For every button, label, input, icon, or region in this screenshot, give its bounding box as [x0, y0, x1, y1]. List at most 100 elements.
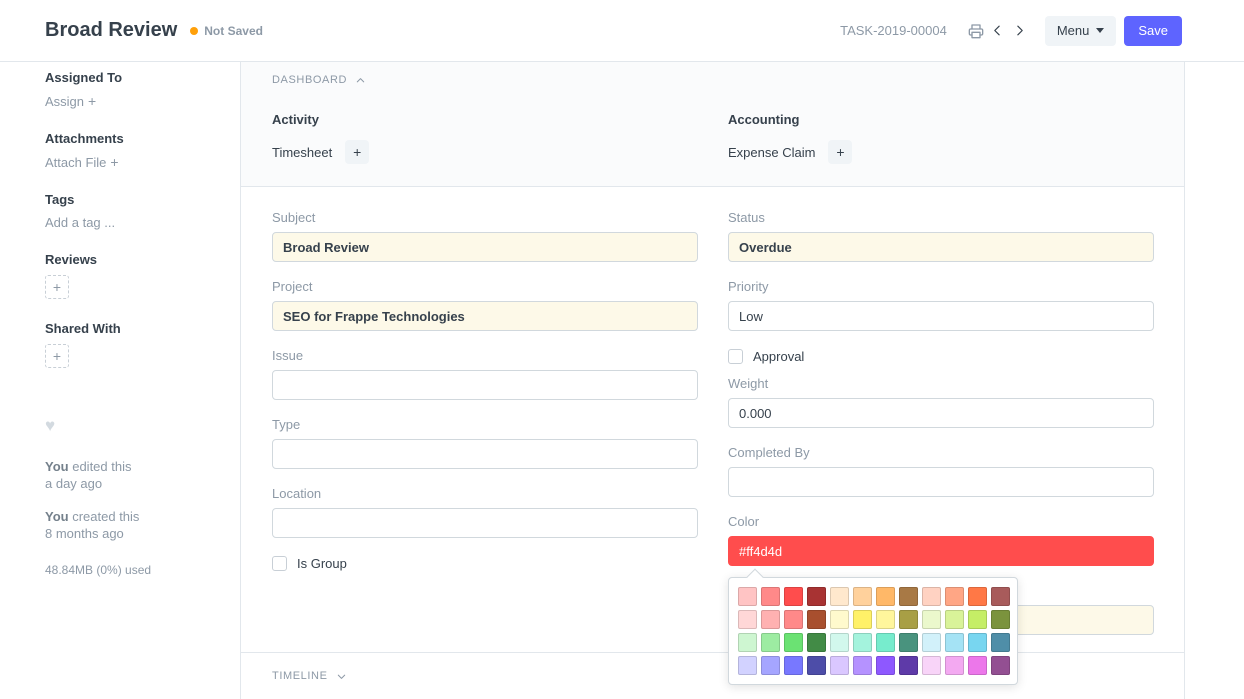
color-swatch[interactable]	[968, 656, 987, 675]
next-document-icon[interactable]	[1009, 20, 1031, 42]
assign-button[interactable]: Assign+	[45, 93, 222, 109]
is-group-checkbox[interactable]	[272, 556, 287, 571]
prev-document-icon[interactable]	[987, 20, 1009, 42]
activity-heading: Activity	[272, 112, 698, 127]
task-form-page: Broad Review Not Saved TASK-2019-00004 M…	[0, 0, 1244, 699]
color-swatch[interactable]	[922, 610, 941, 629]
color-swatch-grid	[738, 587, 1008, 675]
approval-checkbox[interactable]	[728, 349, 743, 364]
form-fields: Subject Project Issue Type	[241, 187, 1184, 652]
color-swatch[interactable]	[922, 587, 941, 606]
color-swatch[interactable]	[899, 633, 918, 652]
timeline-section-toggle[interactable]: TIMELINE	[272, 670, 1153, 682]
subject-input[interactable]	[272, 232, 698, 262]
add-review-button[interactable]: +	[45, 275, 69, 299]
completed-by-input[interactable]	[728, 467, 1154, 497]
plus-icon: +	[836, 144, 844, 160]
color-swatch[interactable]	[945, 610, 964, 629]
color-swatch[interactable]	[876, 610, 895, 629]
add-tag-input[interactable]: Add a tag ...	[45, 215, 222, 230]
page-title: Broad Review	[45, 19, 177, 42]
approval-label: Approval	[753, 349, 804, 364]
color-swatch[interactable]	[761, 656, 780, 675]
color-swatch[interactable]	[853, 610, 872, 629]
color-swatch[interactable]	[738, 587, 757, 606]
save-button[interactable]: Save	[1124, 16, 1182, 46]
color-swatch[interactable]	[830, 656, 849, 675]
color-swatch[interactable]	[830, 633, 849, 652]
color-swatch[interactable]	[784, 587, 803, 606]
color-swatch[interactable]	[738, 633, 757, 652]
color-swatch[interactable]	[991, 656, 1010, 675]
color-swatch[interactable]	[853, 587, 872, 606]
color-swatch[interactable]	[853, 656, 872, 675]
color-swatch[interactable]	[761, 587, 780, 606]
color-swatch[interactable]	[876, 587, 895, 606]
color-swatch[interactable]	[991, 633, 1010, 652]
timeline-section: TIMELINE	[241, 652, 1184, 699]
color-swatch[interactable]	[761, 633, 780, 652]
document-id: TASK-2019-00004	[840, 23, 947, 38]
color-swatch[interactable]	[945, 587, 964, 606]
created-info: You created this 8 months ago	[45, 508, 222, 542]
add-expense-claim-button[interactable]: +	[828, 140, 852, 164]
color-swatch[interactable]	[876, 656, 895, 675]
status-label: Status	[728, 210, 1154, 226]
color-swatch[interactable]	[968, 633, 987, 652]
color-input[interactable]	[728, 536, 1154, 566]
color-swatch[interactable]	[945, 656, 964, 675]
color-swatch[interactable]	[784, 633, 803, 652]
location-input[interactable]	[272, 508, 698, 538]
print-icon[interactable]	[965, 20, 987, 42]
color-swatch[interactable]	[784, 656, 803, 675]
plus-icon: +	[53, 348, 61, 364]
tags-heading: Tags	[45, 192, 222, 207]
expense-claim-link[interactable]: Expense Claim	[728, 145, 815, 160]
plus-icon: +	[353, 144, 361, 160]
color-swatch[interactable]	[991, 587, 1010, 606]
heart-icon[interactable]: ♥	[45, 416, 222, 436]
attach-file-label: Attach File	[45, 155, 106, 170]
color-swatch[interactable]	[968, 610, 987, 629]
issue-label: Issue	[272, 348, 698, 364]
color-swatch[interactable]	[968, 587, 987, 606]
color-swatch[interactable]	[807, 656, 826, 675]
color-swatch[interactable]	[899, 610, 918, 629]
color-swatch[interactable]	[830, 587, 849, 606]
color-swatch[interactable]	[738, 610, 757, 629]
issue-input[interactable]	[272, 370, 698, 400]
color-swatch[interactable]	[738, 656, 757, 675]
color-swatch[interactable]	[922, 633, 941, 652]
subject-field: Subject	[272, 210, 698, 262]
add-timesheet-button[interactable]: +	[345, 140, 369, 164]
color-swatch[interactable]	[899, 587, 918, 606]
page-header: Broad Review Not Saved TASK-2019-00004 M…	[0, 0, 1244, 62]
color-swatch[interactable]	[830, 610, 849, 629]
color-swatch[interactable]	[853, 633, 872, 652]
weight-input[interactable]	[728, 398, 1154, 428]
color-swatch[interactable]	[807, 633, 826, 652]
color-swatch[interactable]	[899, 656, 918, 675]
assign-label: Assign	[45, 94, 84, 109]
header-actions: TASK-2019-00004 Menu Save	[840, 16, 1182, 46]
project-input[interactable]	[272, 301, 698, 331]
dashboard-section-toggle[interactable]: DASHBOARD	[272, 74, 1153, 86]
priority-input[interactable]	[728, 301, 1154, 331]
color-swatch[interactable]	[807, 587, 826, 606]
status-input[interactable]	[728, 232, 1154, 262]
color-swatch[interactable]	[922, 656, 941, 675]
dashboard-section-label: DASHBOARD	[272, 74, 347, 86]
add-share-button[interactable]: +	[45, 344, 69, 368]
color-swatch[interactable]	[945, 633, 964, 652]
color-swatch[interactable]	[876, 633, 895, 652]
color-swatch[interactable]	[991, 610, 1010, 629]
color-swatch[interactable]	[784, 610, 803, 629]
menu-button[interactable]: Menu	[1045, 16, 1117, 46]
color-swatch[interactable]	[807, 610, 826, 629]
timesheet-link[interactable]: Timesheet	[272, 145, 332, 160]
type-input[interactable]	[272, 439, 698, 469]
edited-when: a day ago	[45, 475, 222, 492]
color-swatch[interactable]	[761, 610, 780, 629]
attach-file-button[interactable]: Attach File+	[45, 154, 222, 170]
timeline-section-label: TIMELINE	[272, 670, 328, 682]
